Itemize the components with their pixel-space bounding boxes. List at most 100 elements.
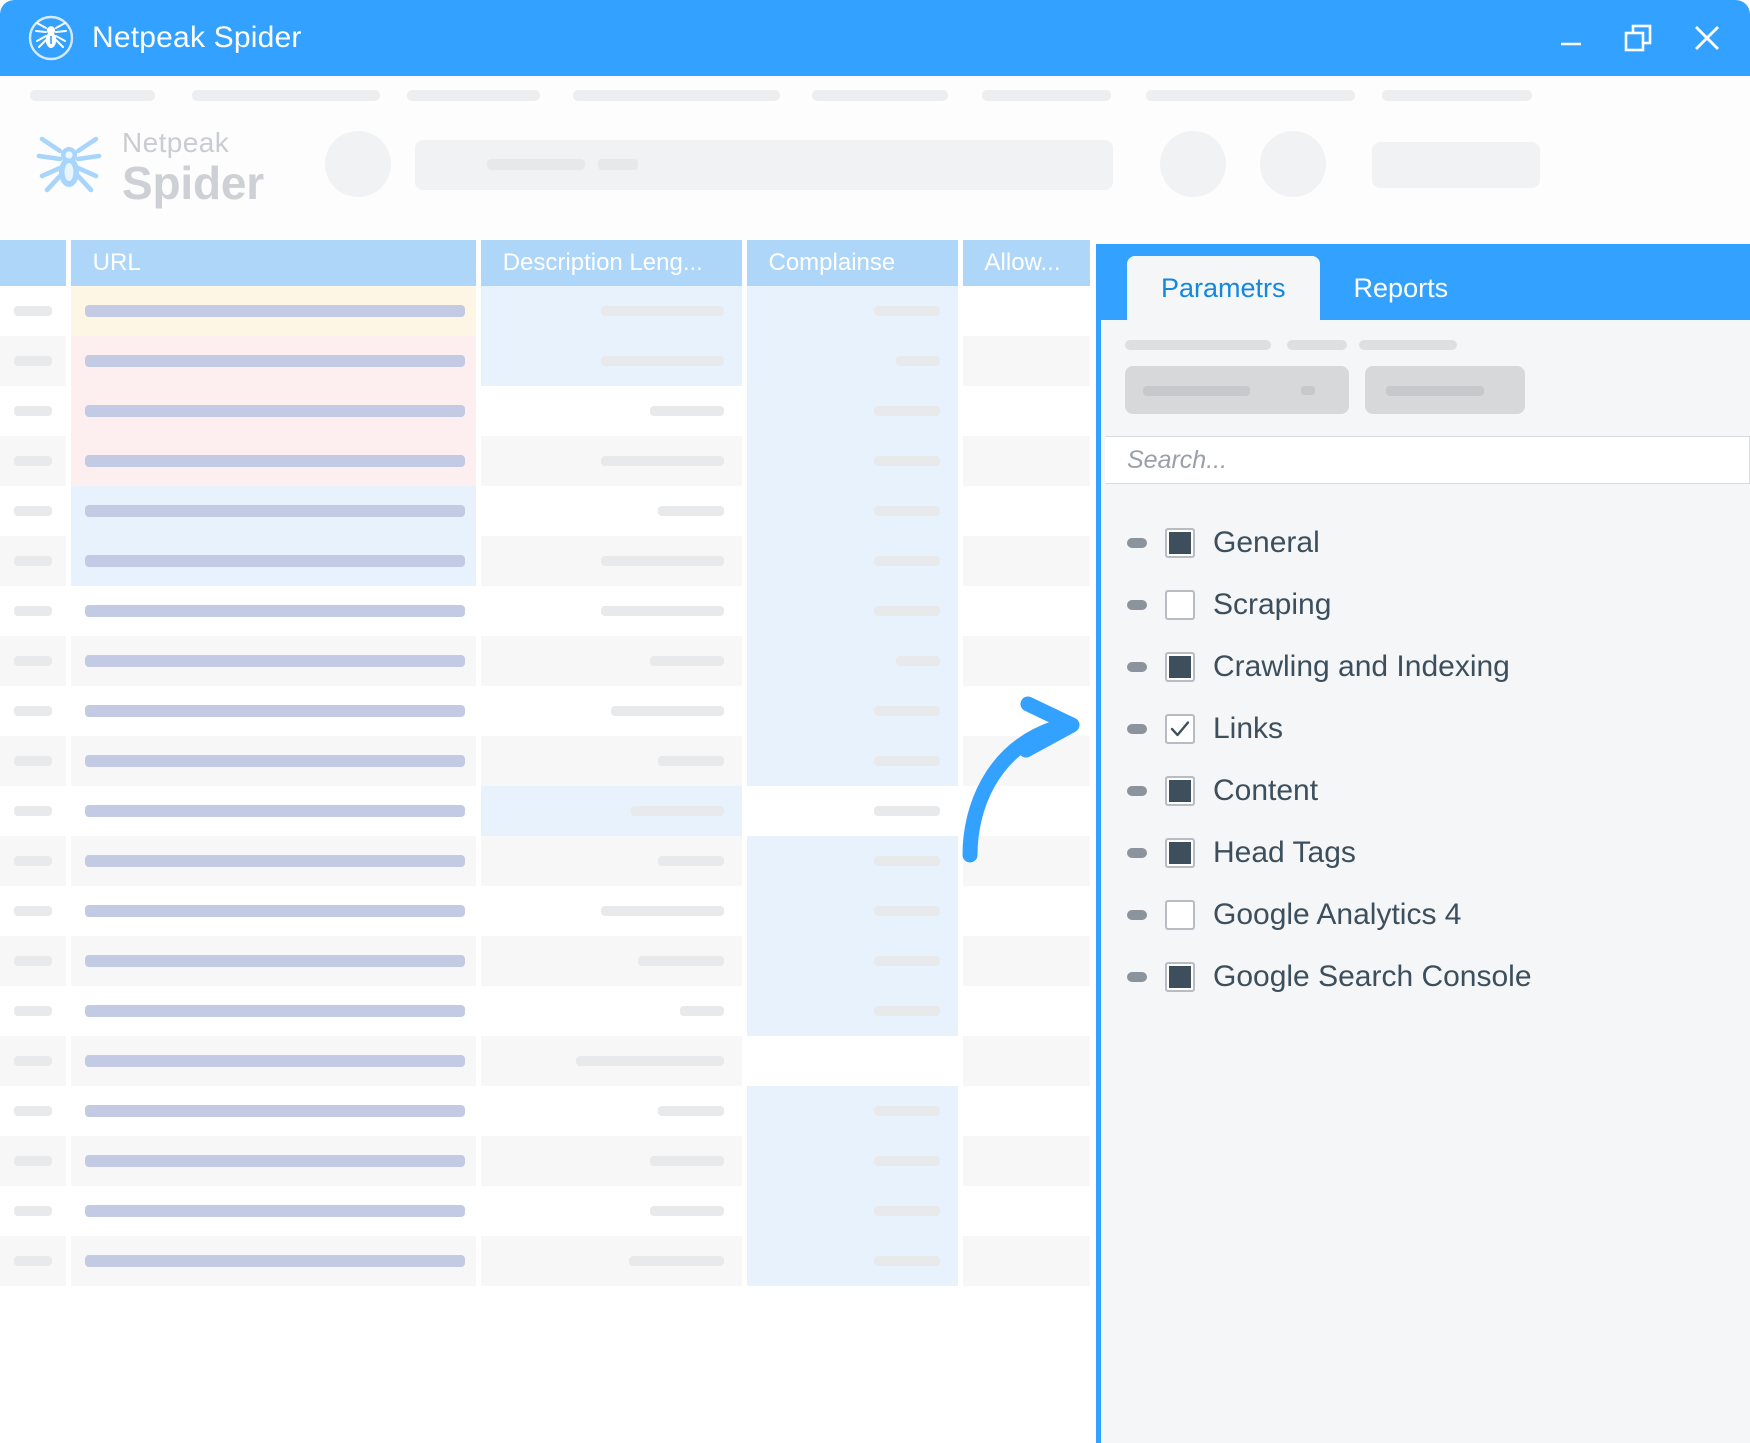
cell-value-bar	[874, 1256, 940, 1266]
menu-item-placeholder[interactable]	[573, 90, 780, 101]
menu-item-placeholder[interactable]	[812, 90, 948, 101]
tab-reports[interactable]: Reports	[1320, 256, 1483, 320]
window-controls	[1554, 0, 1724, 76]
expand-collapse-icon[interactable]	[1127, 724, 1147, 734]
search-input[interactable]	[1105, 436, 1750, 484]
table-cell-index	[0, 486, 66, 536]
cell-value-bar	[874, 1106, 940, 1116]
minimize-icon[interactable]	[1554, 21, 1588, 55]
table-cell-url	[71, 286, 476, 336]
cell-value-bar	[85, 405, 465, 417]
table-row[interactable]	[0, 336, 1090, 386]
table-row[interactable]	[0, 1236, 1090, 1286]
table-cell-allow	[963, 386, 1090, 436]
table-row[interactable]	[0, 736, 1090, 786]
table-cell-url	[71, 536, 476, 586]
expand-collapse-icon[interactable]	[1127, 538, 1147, 548]
tree-item-general[interactable]: General	[1101, 512, 1750, 574]
toolbar-right-button[interactable]	[1372, 142, 1540, 188]
tree-item-google-analytics-4[interactable]: Google Analytics 4	[1101, 884, 1750, 946]
title-bar-left: Netpeak Spider	[0, 15, 302, 61]
table-row[interactable]	[0, 1036, 1090, 1086]
table-row[interactable]	[0, 386, 1090, 436]
expand-collapse-icon[interactable]	[1127, 848, 1147, 858]
close-icon[interactable]	[1690, 21, 1724, 55]
tree-item-crawling-and-indexing[interactable]: Crawling and Indexing	[1101, 636, 1750, 698]
table-row[interactable]	[0, 986, 1090, 1036]
checkbox-filled[interactable]	[1165, 652, 1195, 682]
tree-item-content[interactable]: Content	[1101, 760, 1750, 822]
toolbar-circle-button[interactable]	[1260, 131, 1326, 197]
table-cell-url	[71, 1136, 476, 1186]
menu-item-placeholder[interactable]	[30, 90, 155, 101]
toolbar-circle-button[interactable]	[1160, 131, 1226, 197]
restore-icon[interactable]	[1622, 21, 1656, 55]
menu-item-placeholder[interactable]	[1146, 90, 1355, 101]
table-cell-complainse	[747, 586, 958, 636]
table-row[interactable]	[0, 686, 1090, 736]
expand-collapse-icon[interactable]	[1127, 786, 1147, 796]
table-header-description-length[interactable]: Description Leng...	[481, 240, 742, 286]
checkbox-checked[interactable]	[1165, 714, 1195, 744]
cell-value-bar	[601, 606, 724, 616]
expand-collapse-icon[interactable]	[1127, 600, 1147, 610]
table-cell-description-length	[481, 986, 742, 1036]
expand-collapse-icon[interactable]	[1127, 910, 1147, 920]
menu-item-placeholder[interactable]	[407, 90, 540, 101]
cell-value-bar	[874, 956, 940, 966]
checkbox-empty[interactable]	[1165, 900, 1195, 930]
table-cell-allow	[963, 1086, 1090, 1136]
cell-value-bar	[874, 1006, 940, 1016]
table-row[interactable]	[0, 1186, 1090, 1236]
table-header-complainse[interactable]: Complainse	[747, 240, 958, 286]
table-row[interactable]	[0, 1136, 1090, 1186]
tab-parametrs[interactable]: Parametrs	[1127, 256, 1320, 320]
checkbox-filled[interactable]	[1165, 838, 1195, 868]
tree-item-label: Scraping	[1213, 588, 1331, 622]
menu-item-placeholder[interactable]	[982, 90, 1111, 101]
table-cell-allow	[963, 586, 1090, 636]
expand-collapse-icon[interactable]	[1127, 662, 1147, 672]
cell-value-bar	[629, 1256, 724, 1266]
table-row[interactable]	[0, 536, 1090, 586]
table-row[interactable]	[0, 1086, 1090, 1136]
expand-collapse-icon[interactable]	[1127, 972, 1147, 982]
tree-item-label: General	[1213, 526, 1320, 560]
cell-value-bar	[896, 656, 940, 666]
tree-item-head-tags[interactable]: Head Tags	[1101, 822, 1750, 884]
toolbar-circle-button[interactable]	[325, 131, 391, 197]
table-cell-complainse	[747, 786, 958, 836]
cell-value-bar	[601, 356, 724, 366]
menu-item-placeholder[interactable]	[1382, 90, 1532, 101]
table-cell-description-length	[481, 536, 742, 586]
tree-item-label: Content	[1213, 774, 1318, 808]
table-row[interactable]	[0, 586, 1090, 636]
cell-value-bar	[638, 956, 724, 966]
table-header-url[interactable]: URL	[71, 240, 476, 286]
table-row[interactable]	[0, 286, 1090, 336]
tree-item-scraping[interactable]: Scraping	[1101, 574, 1750, 636]
cell-value-bar	[14, 406, 52, 416]
tree-item-links[interactable]: Links	[1101, 698, 1750, 760]
table-row[interactable]	[0, 786, 1090, 836]
table-row[interactable]	[0, 836, 1090, 886]
table-cell-allow	[963, 636, 1090, 686]
table-header-allow[interactable]: Allow...	[963, 240, 1090, 286]
cell-value-bar	[874, 706, 940, 716]
tree-item-google-search-console[interactable]: Google Search Console	[1101, 946, 1750, 1008]
table-row[interactable]	[0, 436, 1090, 486]
checkbox-filled[interactable]	[1165, 528, 1195, 558]
table-header-index[interactable]	[0, 240, 66, 286]
table-cell-complainse	[747, 386, 958, 436]
table-cell-complainse	[747, 736, 958, 786]
table-row[interactable]	[0, 936, 1090, 986]
checkbox-filled[interactable]	[1165, 776, 1195, 806]
checkbox-filled[interactable]	[1165, 962, 1195, 992]
table-row[interactable]	[0, 486, 1090, 536]
table-row[interactable]	[0, 636, 1090, 686]
table-cell-url	[71, 936, 476, 986]
app-toolbar: Netpeak Spider	[0, 112, 1750, 240]
table-row[interactable]	[0, 886, 1090, 936]
checkbox-empty[interactable]	[1165, 590, 1195, 620]
menu-item-placeholder[interactable]	[192, 90, 380, 101]
